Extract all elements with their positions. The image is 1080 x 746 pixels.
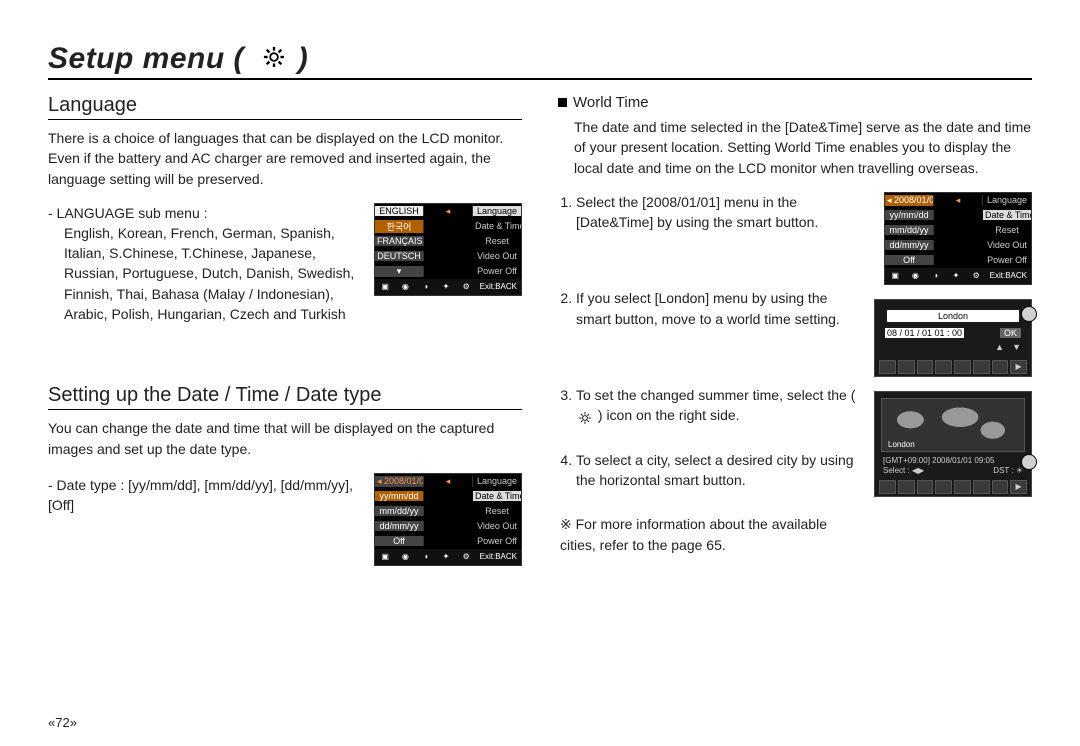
- section-datetime-body: You can change the date and time that wi…: [48, 418, 522, 459]
- right-column: World Time The date and time selected in…: [558, 90, 1032, 566]
- worldtime-heading: World Time: [558, 94, 1032, 111]
- step-1: Select the [2008/01/01] menu in the [Dat…: [576, 192, 856, 233]
- page-title-row: Setup menu ( ): [48, 42, 1032, 80]
- lcd-datetype-screenshot: ◂ 2008/01/01◂Language yy/mm/ddDate & Tim…: [374, 473, 522, 566]
- datetype-label: - Date type : [yy/mm/dd], [mm/dd/yy], [d…: [48, 475, 356, 516]
- lcd-worldtime-menu-screenshot: ◂ 2008/01/01◂Language yy/mm/ddDate & Tim…: [884, 192, 1032, 285]
- lcd-london-screenshot: London 08 / 01 / 01 01 : 00 OK ▲ ▼ ▶: [874, 299, 1032, 377]
- lcd-worldmap-screenshot: London [GMT+09:00] 2008/01/01 09:05 Sele…: [874, 391, 1032, 497]
- section-language-heading: Language: [48, 94, 522, 120]
- world-map-icon: London: [881, 398, 1025, 452]
- worldtime-body: The date and time selected in the [Date&…: [574, 117, 1032, 178]
- left-column: Language There is a choice of languages …: [48, 90, 522, 566]
- language-list: English, Korean, French, German, Spanish…: [64, 223, 356, 324]
- sun-icon: [578, 410, 592, 424]
- language-submenu-label: - LANGUAGE sub menu :: [48, 205, 356, 221]
- steps-list: Select the [2008/01/01] menu in the [Dat…: [558, 192, 856, 490]
- section-language-body: There is a choice of languages that can …: [48, 128, 522, 189]
- worldtime-note: ※ For more information about the availab…: [560, 514, 856, 555]
- dial-knob-icon: [1021, 306, 1037, 322]
- dial-knob-icon: [1021, 454, 1037, 470]
- step-4: To select a city, select a desired city …: [576, 450, 856, 491]
- page-number: «72»: [48, 715, 77, 730]
- page-title: Setup menu ( ): [48, 42, 308, 76]
- step-3: To set the changed summer time, select t…: [576, 385, 856, 426]
- square-bullet-icon: [558, 98, 567, 107]
- lcd-language-screenshot: ENGLISH◂Language 한국어Date & Time FRANÇAIS…: [374, 203, 522, 296]
- step-2: If you select [London] menu by using the…: [576, 288, 856, 329]
- gear-icon: [263, 42, 285, 64]
- section-datetime-heading: Setting up the Date / Time / Date type: [48, 384, 522, 410]
